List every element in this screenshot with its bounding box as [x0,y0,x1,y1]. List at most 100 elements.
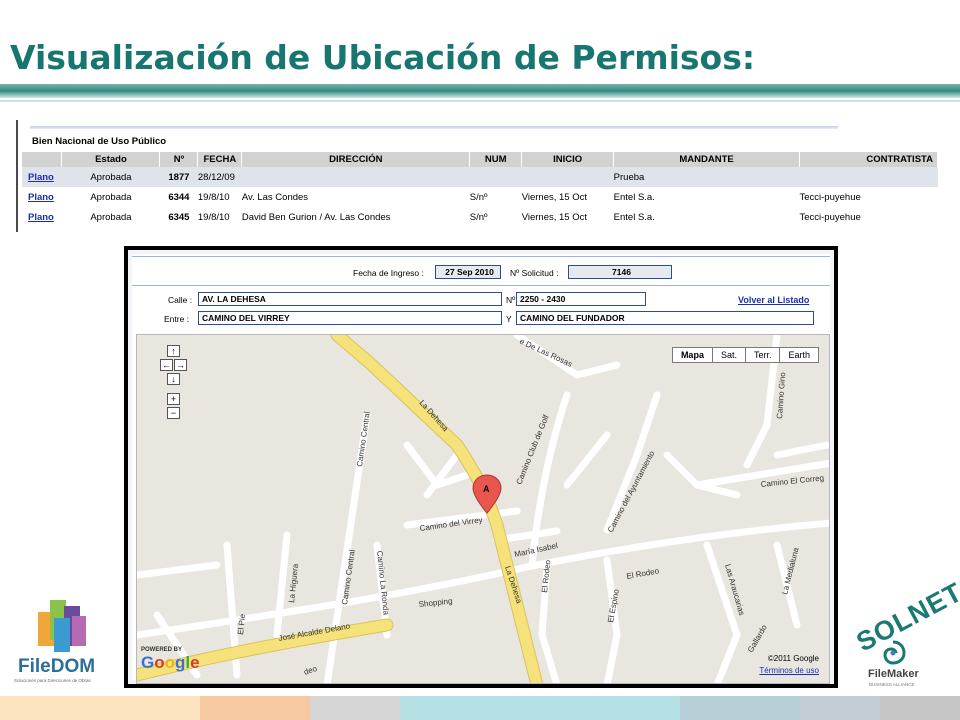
detail-mid-separator [132,285,830,286]
cell-num [469,167,522,187]
label-la-ronda: Camino La Ronda [375,550,391,616]
filedom-text: FileDOM [18,656,96,677]
cell-num: S/nº [469,211,488,223]
calle-field[interactable]: AV. LA DEHESA [198,292,502,306]
pan-left-icon[interactable]: ← [160,359,173,371]
solicitud-field[interactable]: 7146 [568,265,672,279]
cell-mandante: Entel S.a. [613,211,655,223]
plano-link[interactable]: Plano [28,172,54,183]
cell-fecha: 19/8/10 [197,211,230,223]
cell-estado: Aprobada [61,167,160,187]
pan-down-icon[interactable]: ↓ [167,373,180,385]
pan-up-icon[interactable]: ↑ [167,345,180,357]
col-header-fecha: FECHA [197,152,243,167]
calle-label: Calle : [168,295,193,305]
road-cul-de-sac-4 [663,451,741,499]
road-la-higuera [273,531,291,639]
cell-num: S/nº [469,191,488,203]
google-attribution[interactable]: POWERED BY Google [141,647,200,673]
table-header-row: Estado Nº FECHA DIRECCIÓN NUM INICIO MAN… [22,152,938,167]
solnet-logo: SOLNET FileMaker BUSINESS ALLIANCE [842,577,960,696]
cell-numero: 6344 [168,191,190,203]
col-header-numero: Nº [159,152,199,167]
fecha-ingreso-field[interactable]: 27 Sep 2010 [435,265,501,279]
bottom-color-bar [0,696,960,720]
cell-fecha: 19/8/10 [197,191,230,203]
cell-contratista [799,167,938,187]
road-club-golf [528,391,571,569]
col-header-estado: Estado [61,152,161,167]
title-rule-thin [0,100,960,102]
col-header-inicio: INICIO [521,152,615,167]
map-type-selector: Mapa Sat. Terr. Earth [671,347,819,363]
solicitud-label: Nº Solicitud : [510,268,559,278]
pan-right-icon[interactable]: → [174,359,187,371]
cell-mandante: Entel S.a. [613,191,655,203]
plano-link[interactable]: Plano [28,192,54,203]
permits-table: Estado Nº FECHA DIRECCIÓN NUM INICIO MAN… [22,152,938,227]
detail-top-separator [132,256,830,257]
map-type-sat[interactable]: Sat. [713,348,746,362]
label-el-rodeo: El Rodeo [626,566,661,581]
y-label: Y [506,314,512,324]
road-cul-de-sac-3 [563,431,611,489]
terms-of-use-link[interactable]: Términos de uso [759,666,819,675]
cell-estado: Aprobada [90,191,132,203]
fecha-ingreso-label: Fecha de Ingreso : [353,268,424,278]
map-roads: La Dehesa La Dehesa Camino Central Camin… [137,335,829,683]
map-type-earth[interactable]: Earth [780,348,818,362]
col-header-mandante: MANDANTE [613,152,800,167]
label-el-pie: El Pie [236,613,247,635]
zoom-in-icon[interactable]: + [167,393,180,405]
cell-direccion: Av. Las Condes [241,191,309,203]
table-section-title: Bien Nacional de Uso Público [32,136,167,147]
filedom-subtitle: Soluciones para Direcciones de Obras [14,678,91,683]
zoom-out-icon[interactable]: − [167,407,180,419]
col-header-num: NUM [469,152,523,167]
permit-detail-content: Fecha de Ingreso : 27 Sep 2010 Nº Solici… [132,254,830,684]
label-las-rosas: e De Las Rosas [518,337,573,369]
table-row: Plano Aprobada 6344 19/8/10 Av. Las Cond… [22,187,938,207]
permit-detail-window: Fecha de Ingreso : 27 Sep 2010 Nº Solici… [124,246,838,688]
cell-numero: 6345 [168,211,190,223]
label-gallardo: Gallardo [746,623,769,654]
google-logo: Google [141,653,200,672]
cell-contratista: Tecci-puyehue [799,191,861,203]
filedom-blocks-icon [38,600,86,652]
slide: Visualización de Ubicación de Permisos: … [0,0,960,720]
map-type-mapa[interactable]: Mapa [673,348,713,362]
entre-field[interactable]: CAMINO DEL VIRREY [198,311,502,325]
map-type-terr[interactable]: Terr. [746,348,781,362]
table-row: Plano Aprobada 1877 28/12/09 Prueba [22,167,938,187]
road-cul-de-sac-6 [137,561,221,579]
cell-fecha: 28/12/09 [197,167,242,187]
y-calle-field[interactable]: CAMINO DEL FUNDADOR [516,311,814,325]
col-header-plano [22,152,63,167]
google-map[interactable]: La Dehesa La Dehesa Camino Central Camin… [136,334,830,684]
cell-estado: Aprobada [90,211,132,223]
cell-inicio: Viernes, 15 Oct [521,211,588,223]
entre-label: Entre : [164,314,190,324]
label-deo: deo [303,664,319,677]
filemaker-subtitle: BUSINESS ALLIANCE [869,682,915,687]
title-rule [0,84,960,98]
label-la-higuera: La Higuera [287,563,300,603]
numero-field[interactable]: 2250 - 2430 [516,292,646,306]
filedom-logo: FileDOM Soluciones para Direcciones de O… [10,596,114,692]
cell-contratista: Tecci-puyehue [799,211,861,223]
filemaker-text: FileMaker [868,668,919,680]
label-camino-central-1: Camino Central [355,411,372,468]
volver-listado-link[interactable]: Volver al Listado [738,295,809,305]
numero-label: Nº [506,295,516,305]
cell-inicio: Viernes, 15 Oct [521,191,588,203]
col-header-contratista: CONTRATISTA [799,152,938,167]
page-title: Visualización de Ubicación de Permisos: [10,38,756,77]
marker-label: A [483,484,490,494]
cell-inicio [521,167,614,187]
cell-mandante: Prueba [613,167,800,187]
cell-numero: 1877 [159,167,198,187]
cell-direccion [241,167,470,187]
table-topline [30,126,838,129]
table-row: Plano Aprobada 6345 19/8/10 David Ben Gu… [22,207,938,227]
plano-link[interactable]: Plano [28,212,54,223]
